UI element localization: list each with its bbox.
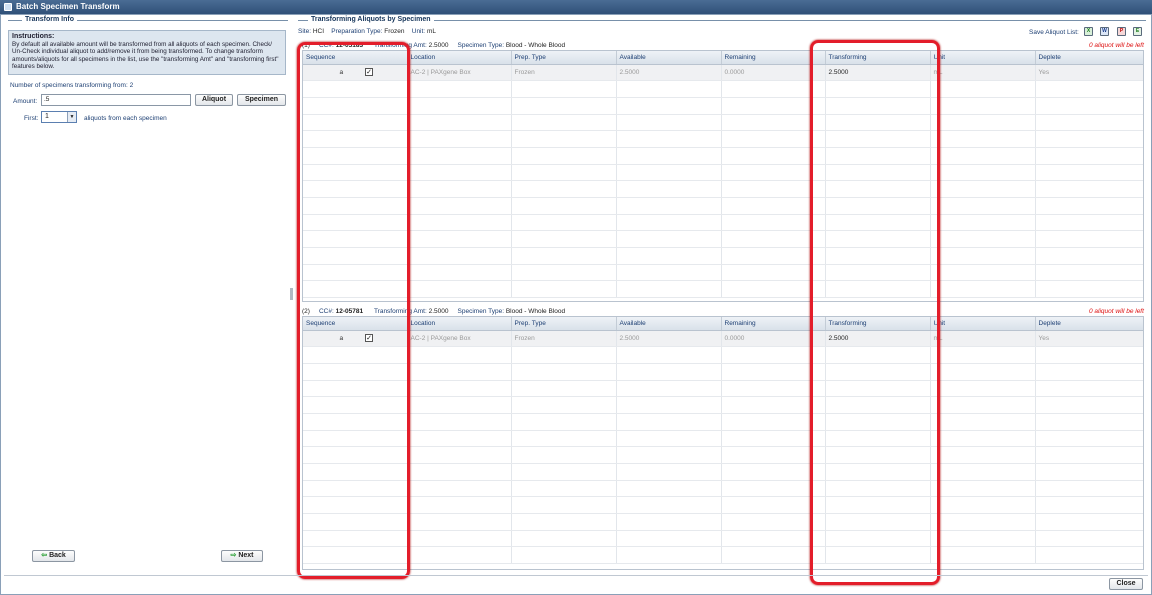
col-deplete[interactable]: Deplete	[1035, 51, 1143, 65]
first-label: First:	[24, 115, 39, 122]
specimen-2-grid: Sequence Location Prep. Type Available R…	[302, 316, 1144, 570]
table-row	[303, 97, 1143, 115]
table-row	[303, 496, 1143, 515]
cell-deplete: Yes	[1035, 64, 1143, 82]
table-row	[303, 280, 1143, 299]
arrow-right-icon: ⇨	[230, 552, 237, 559]
cell-prep: Frozen	[511, 64, 617, 82]
aliquots-section-title: Transforming Aliquots by Specimen	[308, 16, 434, 23]
cell-location: AC-2 | PAXgene Box	[407, 64, 512, 82]
table-row	[303, 180, 1143, 198]
num-specimens-text: Number of specimens transforming from: 2	[10, 82, 134, 89]
specimen-1-left-note: 0 aliquot will be left	[1089, 42, 1144, 49]
table-row	[303, 546, 1143, 565]
cell-prep: Frozen	[511, 330, 617, 348]
cell-available: 2.5000	[616, 64, 722, 82]
next-button[interactable]: ⇨ Next	[221, 550, 263, 562]
col-prep-type[interactable]: Prep. Type	[511, 317, 617, 331]
table-row	[303, 513, 1143, 531]
pdf-icon[interactable]: P	[1117, 27, 1126, 36]
cell-unit: mL	[930, 64, 1036, 82]
table-row	[303, 264, 1143, 282]
footer-divider	[4, 575, 1148, 576]
table-row	[303, 413, 1143, 431]
table-row	[303, 164, 1143, 182]
col-unit[interactable]: Unit	[930, 317, 1036, 331]
col-available[interactable]: Available	[616, 51, 722, 65]
table-row	[303, 230, 1143, 249]
instructions-title: Instructions:	[12, 33, 55, 40]
window-title: Batch Specimen Transform	[16, 2, 120, 11]
table-row	[303, 396, 1143, 414]
cell-available: 2.5000	[616, 330, 722, 348]
window-titlebar: Batch Specimen Transform	[0, 0, 1152, 14]
table-row	[303, 380, 1143, 398]
save-aliquot-list-label: Save Aliquot List:	[1029, 29, 1079, 36]
transforming-highlight-box	[810, 40, 940, 585]
first-select-value: 1	[45, 113, 49, 120]
chevron-down-icon[interactable]: ▼	[67, 112, 76, 122]
aliquot-button[interactable]: Aliquot	[195, 94, 233, 106]
table-row	[303, 114, 1143, 132]
transform-info-title: Transform Info	[22, 16, 78, 23]
col-location[interactable]: Location	[407, 317, 512, 331]
col-prep-type[interactable]: Prep. Type	[511, 51, 617, 65]
table-row	[303, 363, 1143, 381]
sequence-highlight-box	[297, 42, 410, 579]
table-row	[303, 147, 1143, 165]
col-available[interactable]: Available	[616, 317, 722, 331]
col-location[interactable]: Location	[407, 51, 512, 65]
back-label: Back	[49, 552, 66, 559]
table-row	[303, 346, 1143, 364]
app-icon	[4, 3, 12, 11]
excel-icon[interactable]: X	[1084, 27, 1093, 36]
specimen-1-grid: Sequence Location Prep. Type Available R…	[302, 50, 1144, 302]
amount-input[interactable]: .5	[41, 94, 191, 106]
specimen-2-left-note: 0 aliquot will be left	[1089, 308, 1144, 315]
table-row	[303, 530, 1143, 548]
table-row	[303, 430, 1143, 448]
site-info: Site: HCI Preparation Type: Frozen Unit:…	[298, 28, 436, 35]
table-row	[303, 130, 1143, 148]
arrow-left-icon: ⇦	[41, 552, 48, 559]
instructions-box: Instructions: By default all available a…	[8, 30, 286, 75]
first-suffix: aliquots from each specimen	[84, 115, 167, 122]
specimen-button[interactable]: Specimen	[237, 94, 286, 106]
table-row	[303, 80, 1143, 98]
next-label: Next	[238, 552, 254, 559]
back-button[interactable]: ⇦ Back	[32, 550, 75, 562]
close-button[interactable]: Close	[1109, 578, 1143, 590]
table-row	[303, 214, 1143, 232]
panel-splitter[interactable]	[290, 288, 293, 300]
word-icon[interactable]: W	[1100, 27, 1109, 36]
table-row	[303, 197, 1143, 215]
table-row	[303, 463, 1143, 481]
table-row	[303, 247, 1143, 265]
export-icon[interactable]: E	[1133, 27, 1142, 36]
table-row	[303, 480, 1143, 498]
table-row	[303, 446, 1143, 464]
cell-deplete: Yes	[1035, 330, 1143, 348]
cell-location: AC-2 | PAXgene Box	[407, 330, 512, 348]
amount-label: Amount:	[13, 98, 38, 105]
col-deplete[interactable]: Deplete	[1035, 317, 1143, 331]
first-select[interactable]: 1 ▼	[41, 111, 77, 123]
table-row[interactable]: a ✓ AC-2 | PAXgene Box Frozen 2.5000 0.00…	[303, 330, 1143, 348]
table-row[interactable]: a ✓ AC-2 | PAXgene Box Frozen 2.5000 0.00…	[303, 64, 1143, 82]
cell-unit: mL	[930, 330, 1036, 348]
instructions-text: By default all available amount will be …	[12, 41, 279, 70]
col-unit[interactable]: Unit	[930, 51, 1036, 65]
